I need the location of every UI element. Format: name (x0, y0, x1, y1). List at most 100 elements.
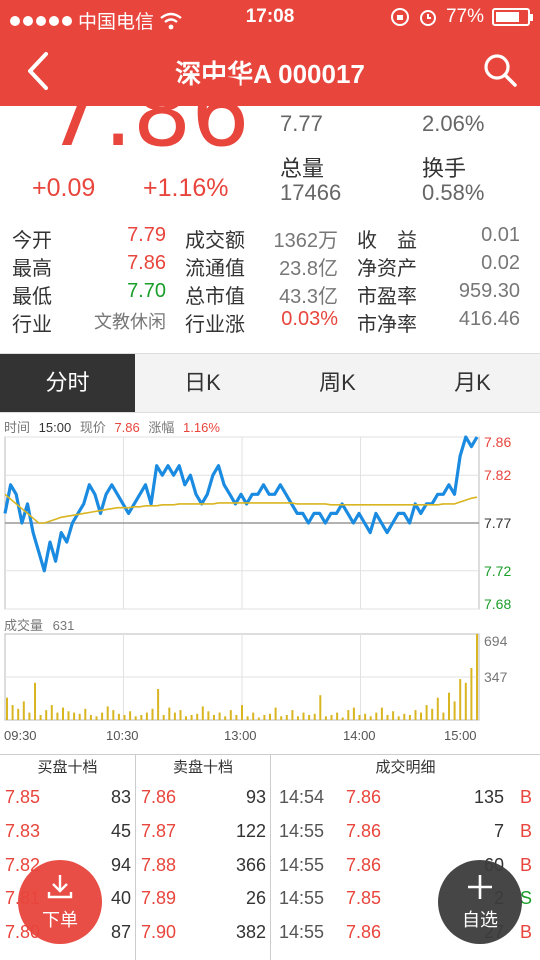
high-value: 7.86 (127, 252, 166, 274)
industry-change-value: 0.03% (281, 308, 338, 330)
x-tick-label: 13:00 (224, 728, 257, 743)
trade-time: 14:54 (279, 787, 325, 807)
sell-book-header: 卖盘十档 (172, 759, 233, 776)
tab-daily-k[interactable]: 日K (135, 354, 270, 412)
battery-level (496, 12, 520, 22)
turnover-amount-label: 成交额 (185, 230, 245, 252)
float-cap-value: 23.8亿 (279, 258, 338, 280)
battery-icon (492, 8, 533, 26)
table-row[interactable]: 14:55 7.86 7 B (271, 815, 540, 849)
sell-volume: 93 (245, 787, 266, 807)
industry-label: 行业 (12, 314, 52, 336)
sell-book: 卖盘十档 7.86 93 7.87 122 7.88 366 7.89 26 7.90 3… (136, 755, 271, 960)
list-item[interactable]: 7.88 366 (136, 849, 270, 883)
trade-volume: 135 (473, 787, 504, 807)
pe-label: 市盈率 (357, 286, 417, 308)
price-line (3, 435, 479, 573)
sell-price: 7.87 (141, 820, 177, 841)
eps-label: 收 益 (357, 230, 417, 252)
list-item[interactable]: 7.89 26 (136, 882, 270, 916)
pb-value: 416.46 (458, 308, 520, 330)
high-label: 最高 (12, 258, 52, 280)
buy-volume: 94 (110, 854, 131, 875)
market-cap-label: 总市值 (185, 286, 245, 308)
industry-change-label: 行业涨 (185, 314, 245, 336)
search-icon[interactable] (480, 50, 520, 90)
trade-price: 7.86 (346, 922, 382, 943)
open-value: 7.79 (127, 224, 166, 246)
add-favorite-label: 自选 (462, 910, 498, 930)
tab-intraday[interactable]: 分时 (0, 354, 135, 412)
list-item[interactable]: 7.87 122 (136, 815, 270, 849)
trade-side: B (519, 854, 532, 875)
tab-weekly-k[interactable]: 周K (270, 354, 405, 412)
trade-time: 14:55 (279, 888, 325, 909)
x-tick-label: 14:00 (343, 728, 376, 743)
trade-side: B (519, 820, 532, 841)
list-item[interactable]: 7.86 93 (136, 781, 270, 815)
turnover-label: 换手 (422, 156, 467, 181)
market-cap-value: 43.3亿 (279, 286, 338, 308)
sell-volume: 382 (235, 922, 266, 943)
place-order-button[interactable]: 下单 (18, 860, 102, 944)
x-tick-label: 10:30 (106, 728, 139, 743)
list-item[interactable]: 7.83 45 (0, 815, 135, 849)
price-change: +0.09 (32, 174, 96, 202)
buy-price: 7.85 (5, 787, 41, 807)
plus-icon (468, 875, 492, 899)
trade-time: 14:55 (279, 922, 325, 943)
quote-value-1: 7.77 (280, 111, 323, 136)
price-change-percent: +1.16% (143, 174, 229, 202)
chart-tabs: 分时 日K 周K 月K (0, 353, 540, 413)
stats-row: 今开 7.79 成交额 1362万 收 益 0.01 (0, 224, 540, 252)
current-price: 7.86 (45, 60, 250, 167)
download-icon (47, 875, 73, 899)
y-tick-label: 7.72 (484, 563, 511, 579)
sell-volume: 26 (245, 888, 266, 909)
trade-time: 14:55 (279, 854, 325, 875)
alarm-icon (419, 10, 436, 26)
trade-price: 7.86 (346, 854, 382, 875)
volume-chart[interactable]: 694 347 (0, 630, 540, 724)
open-label: 今开 (12, 230, 52, 252)
list-item[interactable]: 7.90 382 (136, 916, 270, 950)
volume-tick-label: 347 (484, 669, 508, 685)
y-tick-label: 7.68 (484, 596, 511, 612)
turnover-value: 0.58% (422, 180, 485, 205)
float-cap-label: 流通值 (185, 258, 245, 280)
x-tick-label: 09:30 (4, 728, 37, 743)
battery-percent: 77% (445, 6, 484, 27)
sell-volume: 366 (235, 854, 266, 875)
eps-value: 0.01 (481, 224, 520, 246)
buy-book-header: 买盘十档 (37, 759, 98, 776)
table-row[interactable]: 14:54 7.86 135 B (271, 781, 540, 815)
stats-row: 行业 文教休闲 行业涨 0.03% 市净率 416.46 (0, 308, 540, 336)
buy-volume: 83 (110, 787, 131, 807)
y-tick-label: 7.86 (484, 434, 511, 450)
total-volume-value: 17466 (280, 180, 342, 205)
pb-label: 市净率 (357, 314, 417, 336)
sell-volume: 122 (235, 820, 266, 841)
y-tick-label: 7.82 (484, 467, 511, 483)
total-volume-label: 总量 (280, 156, 325, 181)
x-tick-label: 15:00 (444, 728, 477, 743)
buy-volume: 45 (110, 820, 131, 841)
trade-price: 7.85 (346, 888, 382, 909)
quote-value-2: 2.06% (422, 111, 485, 136)
tab-monthly-k[interactable]: 月K (405, 354, 540, 412)
list-item[interactable]: 7.85 83 (0, 781, 135, 815)
intraday-price-chart[interactable]: 7.86 7.82 7.77 7.72 7.68 (0, 432, 540, 612)
pe-value: 959.30 (458, 280, 520, 302)
buy-volume: 87 (110, 922, 131, 943)
stats-row: 最低 7.70 总市值 43.3亿 市盈率 959.30 (0, 280, 540, 308)
buy-volume: 40 (110, 888, 131, 909)
y-tick-label: 7.77 (484, 515, 511, 531)
volume-tick-label: 694 (484, 633, 508, 649)
rotation-lock-icon (390, 8, 409, 26)
net-asset-label: 净资产 (357, 258, 417, 280)
trade-volume: 7 (493, 820, 504, 841)
trade-time: 14:55 (279, 820, 325, 841)
add-favorite-button[interactable]: 自选 (438, 860, 522, 944)
trade-side: B (519, 787, 532, 807)
turnover-amount-value: 1362万 (273, 230, 339, 252)
